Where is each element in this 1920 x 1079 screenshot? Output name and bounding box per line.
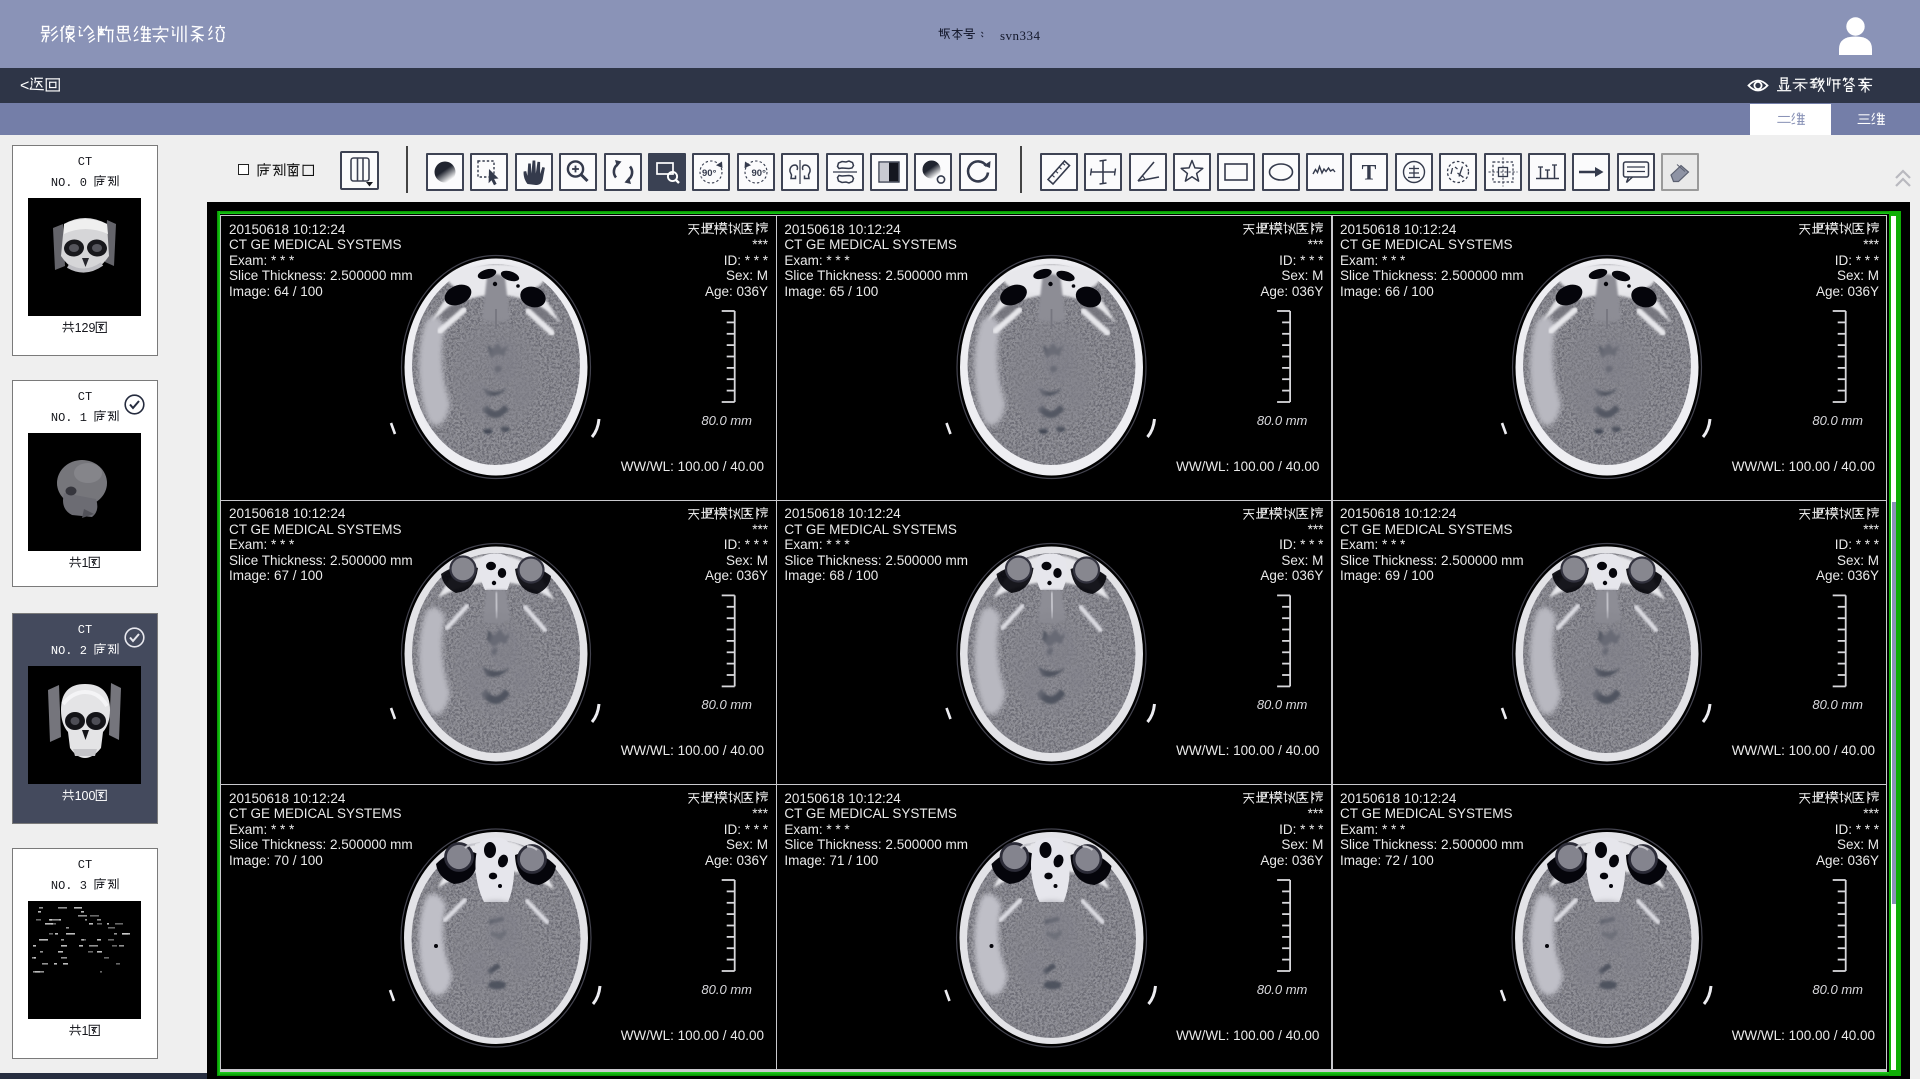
svg-text:90°: 90° — [752, 168, 767, 179]
svg-text:T: T — [1362, 160, 1377, 185]
svg-text:90°: 90° — [702, 168, 717, 179]
